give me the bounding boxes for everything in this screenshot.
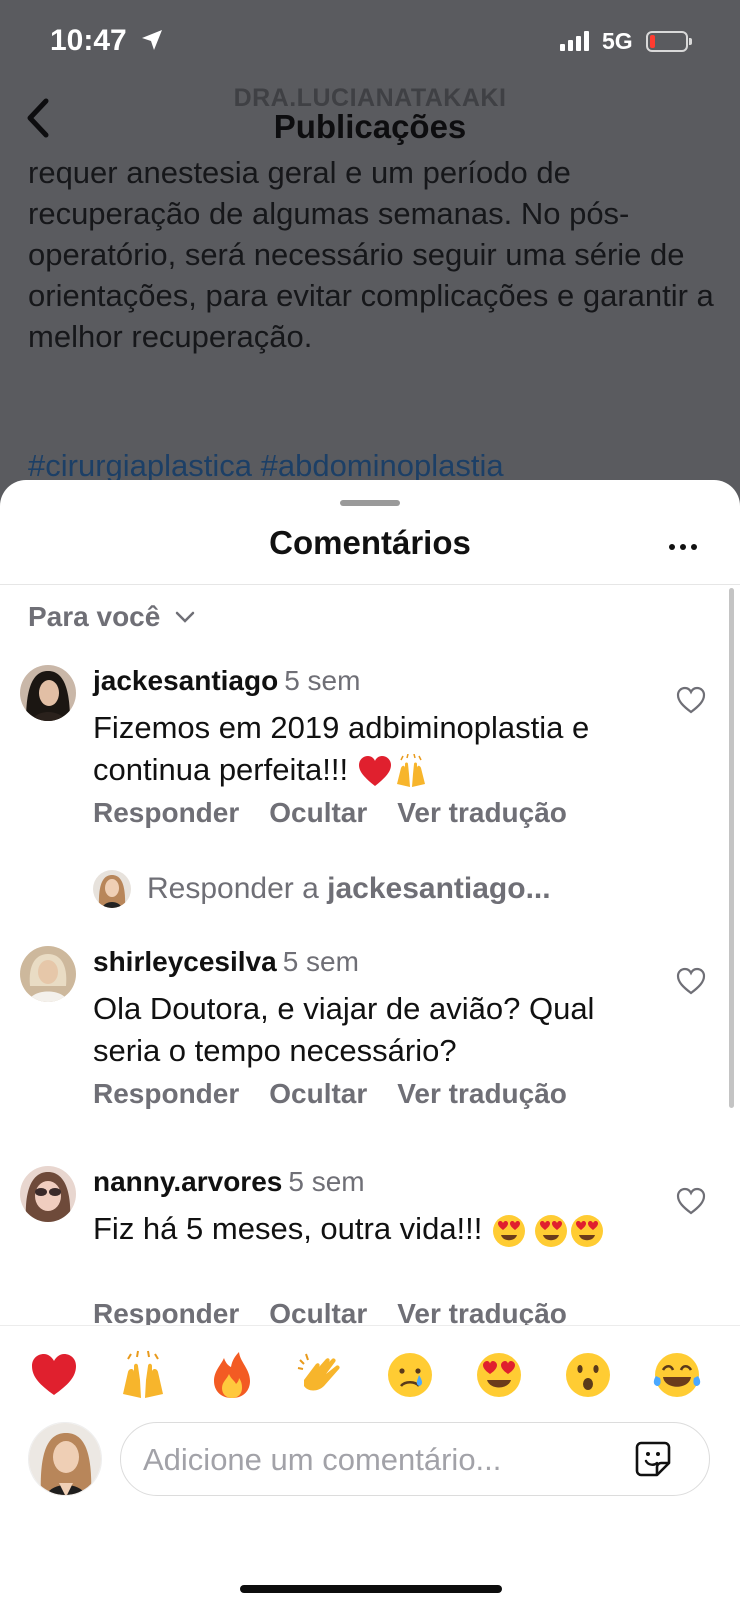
sticker-icon[interactable]	[633, 1439, 673, 1479]
red-heart-icon	[358, 755, 391, 786]
comment-body: Ola Doutora, e viajar de avião? Qual ser…	[93, 991, 595, 1068]
reply-target: jackesantiago...	[327, 872, 551, 905]
raising-hands-icon	[396, 753, 425, 787]
location-arrow-icon	[142, 30, 162, 50]
hide-button[interactable]: Ocultar	[269, 797, 367, 829]
page-title: Publicações	[273, 108, 467, 145]
red-heart-icon[interactable]	[29, 1350, 79, 1400]
heart-eyes-icon	[535, 1214, 568, 1247]
comment-username[interactable]: nanny.arvores	[93, 1166, 282, 1197]
heart-eyes-icon	[493, 1214, 526, 1247]
comment-time: 5 sem	[284, 665, 361, 696]
quick-reactions-bar	[0, 1325, 740, 1425]
avatar[interactable]	[20, 1166, 76, 1222]
comment-input[interactable]: Adicione um comentário...	[120, 1422, 710, 1496]
like-heart-icon[interactable]	[676, 1187, 706, 1215]
hide-button[interactable]: Ocultar	[269, 1298, 367, 1325]
status-bar: 10:47 5G	[0, 0, 740, 84]
reply-button[interactable]: Responder	[93, 1298, 239, 1325]
comment-text: Fiz há 5 meses, outra vida!!!	[93, 1208, 653, 1250]
comment-username[interactable]: shirleycesilva	[93, 946, 277, 977]
battery-icon	[646, 31, 692, 52]
like-heart-icon[interactable]	[676, 967, 706, 995]
reply-button[interactable]: Responder	[93, 1078, 239, 1110]
comments-sheet: Comentários Para você jackesantiago 5 sem	[0, 480, 740, 1600]
filter-label: Para você	[28, 601, 161, 632]
scrollbar[interactable]	[729, 588, 734, 1108]
network-type: 5G	[602, 28, 633, 54]
chevron-down-icon	[176, 611, 195, 623]
avatar[interactable]	[20, 946, 76, 1002]
translate-button[interactable]: Ver tradução	[397, 1298, 567, 1325]
comment-body: Fizemos em 2019 adbiminoplastia e contin…	[93, 710, 590, 787]
avatar[interactable]	[20, 665, 76, 721]
surprised-face-icon[interactable]	[563, 1350, 613, 1400]
my-avatar-small	[93, 870, 131, 908]
my-avatar	[28, 1422, 102, 1496]
translate-button[interactable]: Ver tradução	[397, 1078, 567, 1110]
tears-of-joy-icon[interactable]	[652, 1350, 702, 1400]
comment-composer: Adicione um comentário...	[0, 1420, 740, 1540]
fire-icon[interactable]	[207, 1350, 257, 1400]
raising-hands-icon[interactable]	[118, 1350, 168, 1400]
signal-bars-icon	[560, 31, 589, 51]
reply-prefix: Responder a	[147, 872, 319, 905]
comment-time: 5 sem	[282, 946, 359, 977]
reply-button[interactable]: Responder	[93, 797, 239, 829]
post-caption: requer anestesia geral e um período de r…	[28, 155, 714, 354]
comment-body: Fiz há 5 meses, outra vida!!!	[93, 1211, 483, 1246]
clapping-hands-icon[interactable]	[296, 1350, 346, 1400]
heart-eyes-icon	[571, 1214, 604, 1247]
comment-time: 5 sem	[288, 1166, 365, 1197]
home-indicator[interactable]	[240, 1585, 502, 1593]
translate-button[interactable]: Ver tradução	[397, 797, 567, 829]
comment-username[interactable]: jackesantiago	[93, 665, 278, 696]
reply-to-prompt[interactable]: Responder a jackesantiago...	[93, 870, 551, 908]
comments-list[interactable]: Para você jackesantiago 5 sem Fizemos em …	[0, 480, 740, 1325]
hide-button[interactable]: Ocultar	[269, 1078, 367, 1110]
like-heart-icon[interactable]	[676, 686, 706, 714]
post-hashtags[interactable]: #cirurgiaplastica #abdominoplastia	[28, 448, 504, 484]
crying-face-icon[interactable]	[385, 1350, 435, 1400]
status-time: 10:47	[50, 24, 127, 57]
heart-eyes-icon[interactable]	[474, 1350, 524, 1400]
comment-input-placeholder: Adicione um comentário...	[143, 1442, 502, 1477]
comment-text: Fizemos em 2019 adbiminoplastia e contin…	[93, 707, 653, 791]
sort-filter-dropdown[interactable]: Para você	[28, 601, 196, 633]
